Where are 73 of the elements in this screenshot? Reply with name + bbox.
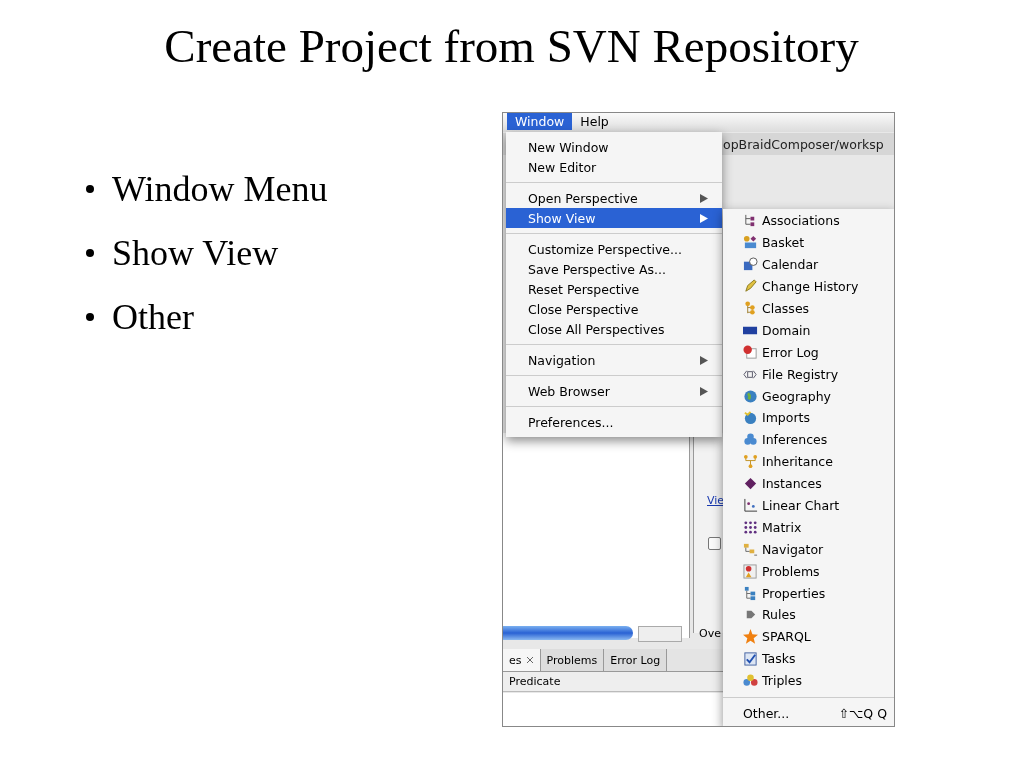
menu-item[interactable]: Change History [723, 275, 894, 298]
menu-item[interactable]: Classes [723, 297, 894, 320]
menu-item[interactable]: Basket [723, 231, 894, 254]
bullet-text: Show View [112, 232, 279, 274]
diamond-icon [743, 476, 758, 492]
menu-item[interactable]: Customize Perspective... [506, 239, 722, 259]
menu-item[interactable]: Tasks [723, 647, 894, 670]
menu-title[interactable]: Window [507, 113, 573, 130]
menu-item[interactable]: File Registry [723, 363, 894, 386]
menu-item[interactable]: New Window [506, 137, 722, 157]
bullet-text: Window Menu [112, 168, 328, 210]
hierarchy-icon [743, 454, 758, 470]
bullet-icon [86, 185, 94, 193]
clipboard-icon [743, 651, 758, 667]
menu-item[interactable]: Domain [723, 319, 894, 342]
grid-icon [743, 519, 758, 535]
menu-item[interactable]: Inferences [723, 428, 894, 451]
menu-label: Other... [743, 705, 790, 723]
menu-item[interactable]: Open Perspective [506, 188, 722, 208]
view-tab[interactable]: Problems [540, 649, 605, 671]
close-icon[interactable] [525, 656, 534, 664]
column-header: Predicate [503, 672, 723, 692]
menu-item[interactable]: Navigator [723, 538, 894, 561]
menu-item[interactable]: Save Perspective As... [506, 259, 722, 279]
menu-item[interactable]: Instances [723, 472, 894, 495]
menu-item[interactable]: Show View [506, 208, 722, 228]
globe-icon [743, 388, 758, 404]
globe-icon [743, 410, 758, 426]
scroll-thumb[interactable] [503, 626, 633, 640]
menu-item[interactable]: Inheritance [723, 450, 894, 473]
star-icon [743, 629, 758, 645]
menu-item[interactable]: Triples [723, 669, 894, 692]
menu-item[interactable]: Reset Perspective [506, 279, 722, 299]
menu-item[interactable]: Preferences... [506, 412, 722, 432]
properties-icon [743, 585, 758, 601]
menu-item[interactable]: Calendar [723, 253, 894, 276]
calendar-icon [743, 257, 758, 273]
problems-icon [743, 563, 758, 579]
pencil-icon [743, 279, 758, 295]
tab-label[interactable]: Ove [699, 627, 721, 640]
error-icon [743, 344, 758, 360]
bullet-icon [86, 249, 94, 257]
circles-icon [743, 673, 758, 689]
menu-title[interactable]: Help [572, 113, 617, 130]
menu-item[interactable]: Matrix [723, 516, 894, 539]
bullet-icon [86, 313, 94, 321]
slide-title: Create Project from SVN Repository [163, 19, 860, 74]
menu-item[interactable]: Web Browser [506, 381, 722, 401]
menu-item[interactable]: Associations [723, 210, 894, 232]
menu-item[interactable]: Properties [723, 582, 894, 605]
shortcut: ⇧⌥Q Q [838, 705, 887, 723]
bullet-text: Other [112, 296, 194, 338]
link[interactable]: Vie [707, 494, 725, 507]
tree-icon [743, 301, 758, 316]
menu-item[interactable]: SPARQL [723, 625, 894, 648]
circles-icon [743, 432, 758, 448]
menu-item[interactable]: Rules [723, 604, 894, 626]
menu-item[interactable]: Close All Perspectives [506, 319, 722, 339]
menu-item[interactable]: Error Log [723, 341, 894, 364]
file-path: opBraidComposer/worksp [723, 137, 884, 152]
menu-item[interactable]: New Editor [506, 157, 722, 177]
tree-icon [743, 541, 758, 557]
menu-item[interactable]: Close Perspective [506, 299, 722, 319]
menu-item[interactable]: Geography [723, 385, 894, 407]
menu-item[interactable]: Navigation [506, 350, 722, 370]
chart-icon [743, 498, 758, 513]
view-tab[interactable]: es [503, 649, 541, 671]
menu-item[interactable]: Linear Chart [723, 494, 894, 517]
menu-item[interactable]: Problems [723, 560, 894, 583]
checkbox[interactable] [708, 537, 721, 550]
menu-item[interactable]: Imports [723, 407, 894, 429]
basket-icon [743, 235, 758, 251]
view-tab[interactable]: Error Log [604, 649, 668, 671]
